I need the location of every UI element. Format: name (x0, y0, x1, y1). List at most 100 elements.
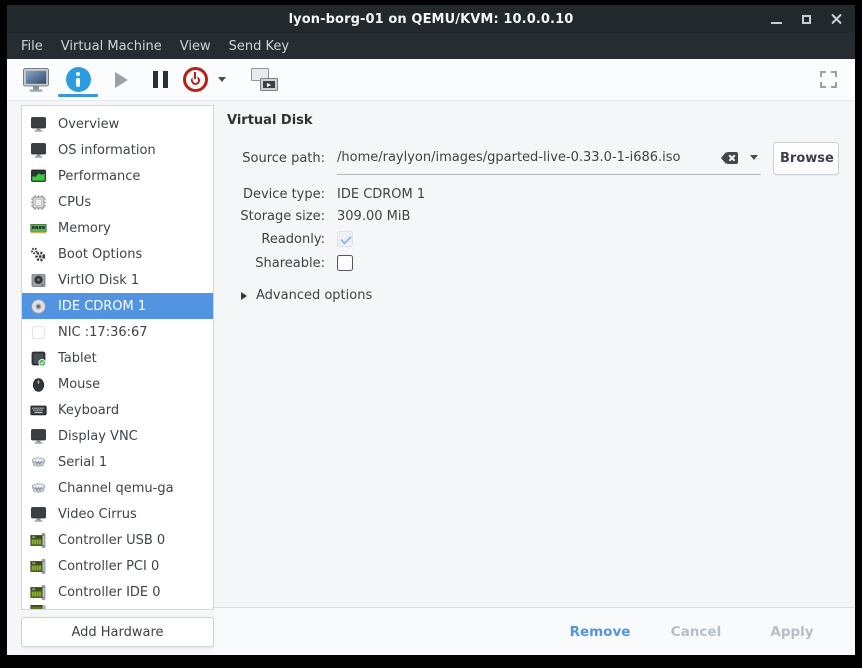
sidebar-item-memory[interactable]: Memory (22, 215, 213, 241)
storage-size-value: 309.00 MiB (337, 209, 410, 224)
sidebar-item-video-cirrus[interactable]: Video Cirrus (22, 501, 213, 527)
sidebar-item-label: Controller IDE 0 (58, 585, 161, 600)
cdrom-disc-icon (30, 298, 47, 315)
sidebar-item-label: Controller PCI 0 (58, 559, 159, 574)
source-path-input[interactable]: /home/raylyon/images/gparted-live-0.33.0… (337, 141, 761, 175)
sidebar-item-label: Mouse (58, 377, 100, 392)
pause-icon (153, 71, 168, 88)
pause-button[interactable] (142, 61, 178, 98)
sidebar-item-cpus[interactable]: CPUs (22, 189, 213, 215)
maximize-icon[interactable] (800, 13, 813, 26)
sidebar-item-nic[interactable]: NIC :17:36:67 (22, 319, 213, 345)
source-path-row: Source path: /home/raylyon/images/gparte… (227, 141, 839, 175)
advanced-options-label: Advanced options (256, 288, 372, 303)
nic-icon (30, 324, 47, 341)
remove-button[interactable]: Remove (565, 618, 635, 646)
add-hardware-button[interactable]: Add Hardware (21, 617, 214, 647)
sidebar-item-label: Keyboard (58, 403, 119, 418)
apply-button: Apply (757, 618, 827, 646)
sidebar-item-clipped[interactable] (22, 605, 213, 610)
shareable-checkbox[interactable] (337, 255, 353, 271)
menu-file[interactable]: File (12, 35, 52, 58)
sidebar-item-display-vnc[interactable]: Display VNC (22, 423, 213, 449)
virtual-displays-button[interactable] (244, 61, 284, 98)
sidebar-item-label: Serial 1 (58, 455, 107, 470)
sidebar-item-label: VirtIO Disk 1 (58, 273, 139, 288)
run-icon (115, 72, 128, 88)
readonly-checkbox (337, 231, 353, 247)
sidebar-item-controller-usb-0[interactable]: Controller USB 0 (22, 527, 213, 553)
fullscreen-icon (819, 70, 838, 89)
hard-disk-icon (30, 272, 47, 289)
menu-virtual-machine[interactable]: Virtual Machine (52, 35, 171, 58)
close-icon[interactable] (830, 13, 843, 26)
sidebar-item-keyboard[interactable]: Keyboard (22, 397, 213, 423)
sidebar-item-os-information[interactable]: OS information (22, 137, 213, 163)
hardware-list: Overview OS information Performance (21, 105, 214, 610)
storage-size-row: Storage size: 309.00 MiB (227, 205, 839, 227)
graphical-console-button[interactable] (16, 61, 56, 98)
virtual-displays-icon (251, 68, 278, 91)
titlebar[interactable]: lyon-borg-01 on QEMU/KVM: 10.0.0.10 (7, 5, 855, 33)
sidebar-item-label: Overview (58, 117, 119, 132)
graphical-console-icon (22, 67, 50, 93)
sidebar-item-serial-1[interactable]: Serial 1 (22, 449, 213, 475)
mouse-icon (30, 376, 47, 393)
performance-chart-icon (30, 168, 47, 185)
sidebar-item-label: Performance (58, 169, 140, 184)
sidebar-item-label: Controller USB 0 (58, 533, 165, 548)
sidebar-item-overview[interactable]: Overview (22, 111, 213, 137)
content-area: Overview OS information Performance (7, 101, 855, 655)
sidebar-item-label: Channel qemu-ga (58, 481, 174, 496)
source-path-label: Source path: (227, 151, 325, 166)
sidebar-item-ide-cdrom-1[interactable]: IDE CDROM 1 (22, 293, 213, 319)
browse-button[interactable]: Browse (773, 142, 839, 175)
sidebar-item-label: Tablet (58, 351, 97, 366)
sidebar-item-mouse[interactable]: Mouse (22, 371, 213, 397)
vm-details-info-icon (66, 67, 91, 92)
vm-details-button[interactable] (56, 61, 100, 98)
action-bar: Remove Cancel Apply (214, 607, 855, 655)
sidebar-item-performance[interactable]: Performance (22, 163, 213, 189)
sidebar-item-label: Boot Options (58, 247, 142, 262)
serial-port-icon (30, 454, 47, 471)
gears-icon (30, 246, 47, 263)
sidebar-item-controller-ide-0[interactable]: Controller IDE 0 (22, 579, 213, 605)
shutdown-button[interactable] (178, 61, 212, 98)
source-path-value: /home/raylyon/images/gparted-live-0.33.0… (337, 150, 718, 165)
fullscreen-button[interactable] (813, 61, 843, 98)
toolbar (7, 59, 855, 101)
menubar: File Virtual Machine View Send Key (7, 33, 855, 59)
vm-details-window: lyon-borg-01 on QEMU/KVM: 10.0.0.10 File… (7, 5, 855, 655)
pci-card-icon (30, 605, 47, 610)
clear-entry-icon[interactable] (726, 152, 738, 164)
device-type-label: Device type: (227, 187, 325, 202)
window-controls (770, 5, 843, 33)
sidebar-item-controller-pci-0[interactable]: Controller PCI 0 (22, 553, 213, 579)
sidebar-item-tablet[interactable]: Tablet (22, 345, 213, 371)
device-type-value: IDE CDROM 1 (337, 187, 425, 202)
readonly-label: Readonly: (227, 232, 325, 247)
cpu-chip-icon (30, 194, 47, 211)
sidebar-item-boot-options[interactable]: Boot Options (22, 241, 213, 267)
menu-view[interactable]: View (171, 35, 220, 58)
shutdown-menu-button[interactable] (212, 61, 232, 98)
sidebar-item-channel-qemu-ga[interactable]: Channel qemu-ga (22, 475, 213, 501)
cancel-button: Cancel (661, 618, 731, 646)
advanced-options-expander[interactable]: Advanced options (241, 288, 839, 303)
shareable-row: Shareable: (227, 251, 839, 275)
monitor-icon (30, 116, 47, 133)
serial-port-icon (30, 480, 47, 497)
sidebar-item-label: IDE CDROM 1 (58, 299, 146, 314)
shutdown-menu-arrow-icon (218, 77, 226, 82)
minimize-icon[interactable] (770, 13, 783, 26)
entry-dropdown-icon[interactable] (750, 155, 758, 160)
device-type-row: Device type: IDE CDROM 1 (227, 183, 839, 205)
pci-card-icon (30, 532, 47, 549)
menu-send-key[interactable]: Send Key (220, 35, 298, 58)
sidebar-item-label: Video Cirrus (58, 507, 137, 522)
readonly-row: Readonly: (227, 227, 839, 251)
run-button[interactable] (100, 61, 142, 98)
hardware-panel: Overview OS information Performance (7, 101, 214, 655)
sidebar-item-virtio-disk-1[interactable]: VirtIO Disk 1 (22, 267, 213, 293)
